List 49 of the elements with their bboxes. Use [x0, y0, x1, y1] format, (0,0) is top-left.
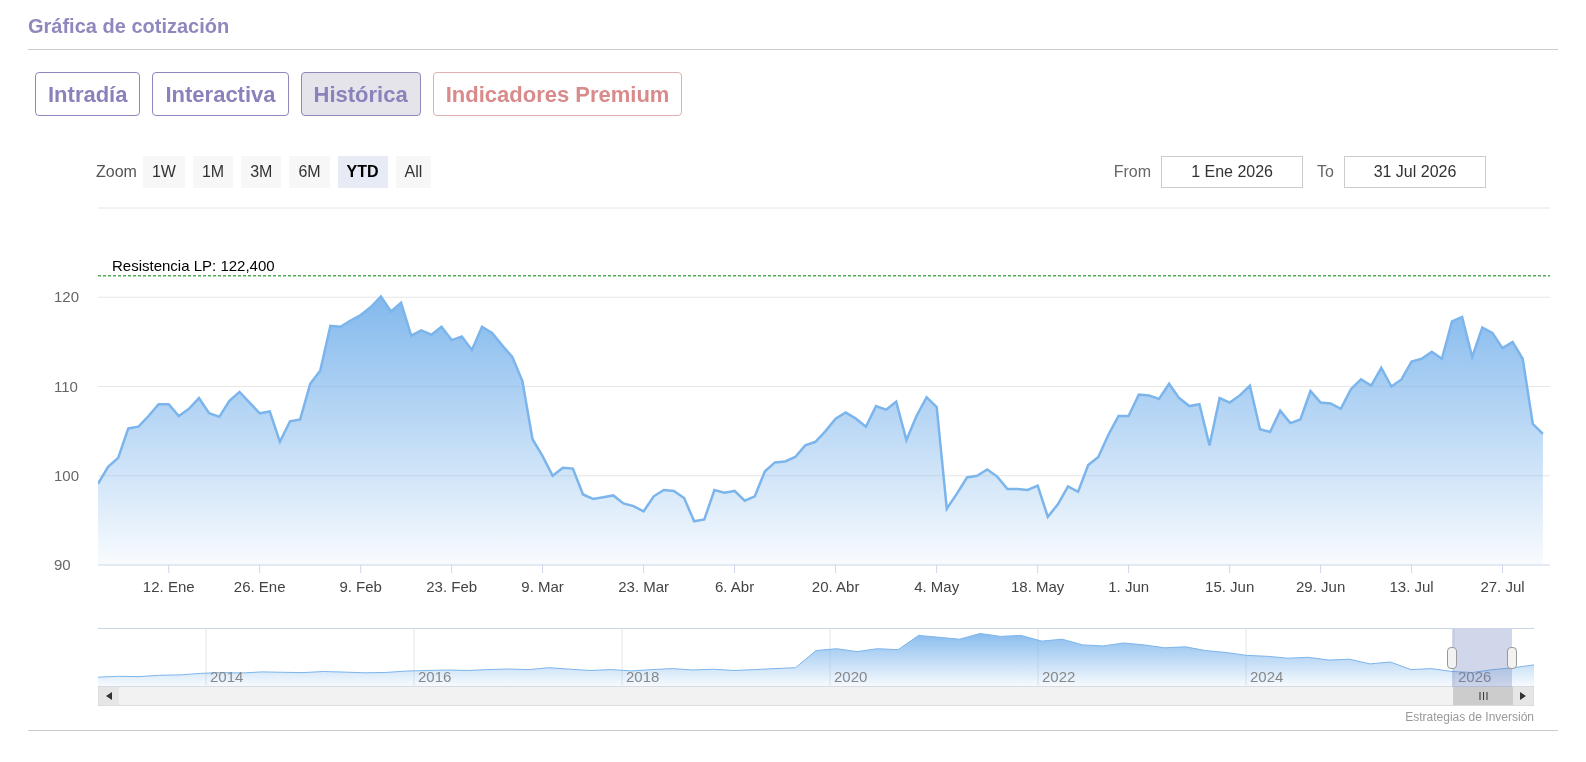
x-axis-label: 1. Jun — [1108, 578, 1150, 595]
navigator-year-label: 2024 — [1250, 669, 1284, 684]
x-axis-label: 4. May — [914, 578, 960, 595]
resistance-label: Resistencia LP: 122,400 — [112, 256, 275, 274]
to-date-field[interactable]: 31 Jul 2026 — [1344, 156, 1486, 188]
x-axis-label: 12. Ene — [142, 578, 195, 595]
x-axis-label: 9. Mar — [521, 578, 564, 595]
range-button[interactable]: 6M — [289, 156, 330, 188]
chart-credit: Estrategias de Inversión — [1405, 709, 1534, 726]
range-button[interactable]: 3M — [241, 156, 282, 188]
navigator-year-label: 2020 — [834, 669, 868, 684]
grip-icon — [1478, 692, 1488, 700]
range-button[interactable]: 1W — [142, 156, 185, 188]
left-arrow-icon — [106, 692, 112, 700]
x-axis-label: 18. May — [1011, 578, 1065, 595]
x-axis-label: 20. Abr — [811, 578, 860, 595]
zoom-label: Zoom — [96, 162, 137, 182]
navigator-year-label: 2016 — [418, 669, 452, 684]
y-axis-label: 110 — [54, 377, 78, 395]
navigator-handle[interactable] — [1447, 647, 1457, 669]
navigator-year-label: 2018 — [626, 669, 660, 684]
range-button[interactable]: All — [395, 156, 432, 188]
y-axis-label: 120 — [54, 288, 80, 306]
scrollbar-thumb[interactable] — [1453, 687, 1513, 705]
x-axis-label: 23. Feb — [426, 578, 478, 595]
from-label: From — [1113, 162, 1152, 182]
range-button[interactable]: YTD — [337, 156, 388, 188]
navigator-year-label: 2022 — [1042, 669, 1076, 684]
scrollbar-track[interactable] — [98, 686, 1534, 706]
x-axis-label: 13. Jul — [1389, 578, 1434, 595]
y-axis-label: 90 — [54, 556, 71, 573]
scroll-left-button[interactable] — [99, 687, 119, 705]
navigator-year-label: 2014 — [210, 669, 244, 684]
from-date-field[interactable]: 1 Ene 2026 — [1161, 156, 1304, 188]
y-axis-label: 100 — [54, 466, 80, 484]
x-axis-label: 6. Abr — [714, 578, 755, 595]
navigator-year-label: 2026 — [1458, 669, 1492, 684]
range-button[interactable]: 1M — [192, 156, 234, 188]
x-axis-label: 29. Jun — [1296, 578, 1346, 595]
section-title: Gráfica de cotización — [28, 14, 231, 39]
x-axis-label: 26. Ene — [233, 578, 286, 595]
scroll-right-button[interactable] — [1513, 687, 1533, 705]
x-axis-label: 9. Feb — [339, 578, 382, 595]
navigator-handle[interactable] — [1507, 647, 1517, 669]
x-axis-label: 23. Mar — [618, 578, 670, 595]
x-axis-label: 27. Jul — [1480, 578, 1525, 595]
right-arrow-icon — [1520, 692, 1526, 700]
to-label: To — [1317, 162, 1334, 182]
x-axis-label: 15. Jun — [1205, 578, 1255, 595]
